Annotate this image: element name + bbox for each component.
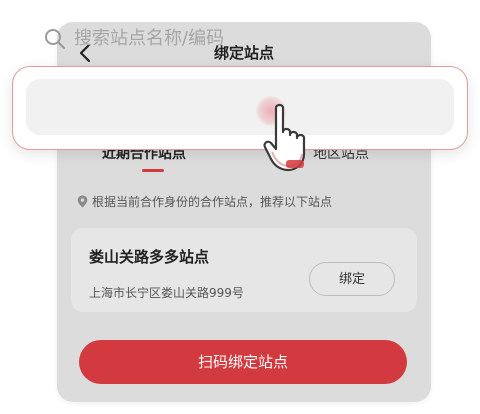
location-pin-icon bbox=[77, 195, 88, 208]
bind-button[interactable]: 绑定 bbox=[309, 262, 395, 296]
search-bar-callout bbox=[12, 66, 468, 150]
search-placeholder: 搜索站点名称/编码 bbox=[74, 28, 225, 49]
location-hint: 根据当前合作身份的合作站点，推荐以下站点 bbox=[77, 193, 332, 210]
scan-bind-button[interactable]: 扫码绑定站点 bbox=[79, 340, 407, 384]
station-address: 上海市长宁区娄山关路999号 bbox=[89, 286, 244, 300]
station-name: 娄山关路多多站点 bbox=[89, 248, 210, 266]
station-card[interactable]: 娄山关路多多站点 上海市长宁区娄山关路999号 绑定 bbox=[71, 228, 417, 312]
active-tab-indicator bbox=[142, 169, 164, 172]
search-icon bbox=[45, 29, 66, 50]
search-input[interactable] bbox=[26, 79, 454, 135]
hand-pointer-icon bbox=[263, 103, 306, 172]
location-hint-text: 根据当前合作身份的合作站点，推荐以下站点 bbox=[92, 195, 333, 209]
